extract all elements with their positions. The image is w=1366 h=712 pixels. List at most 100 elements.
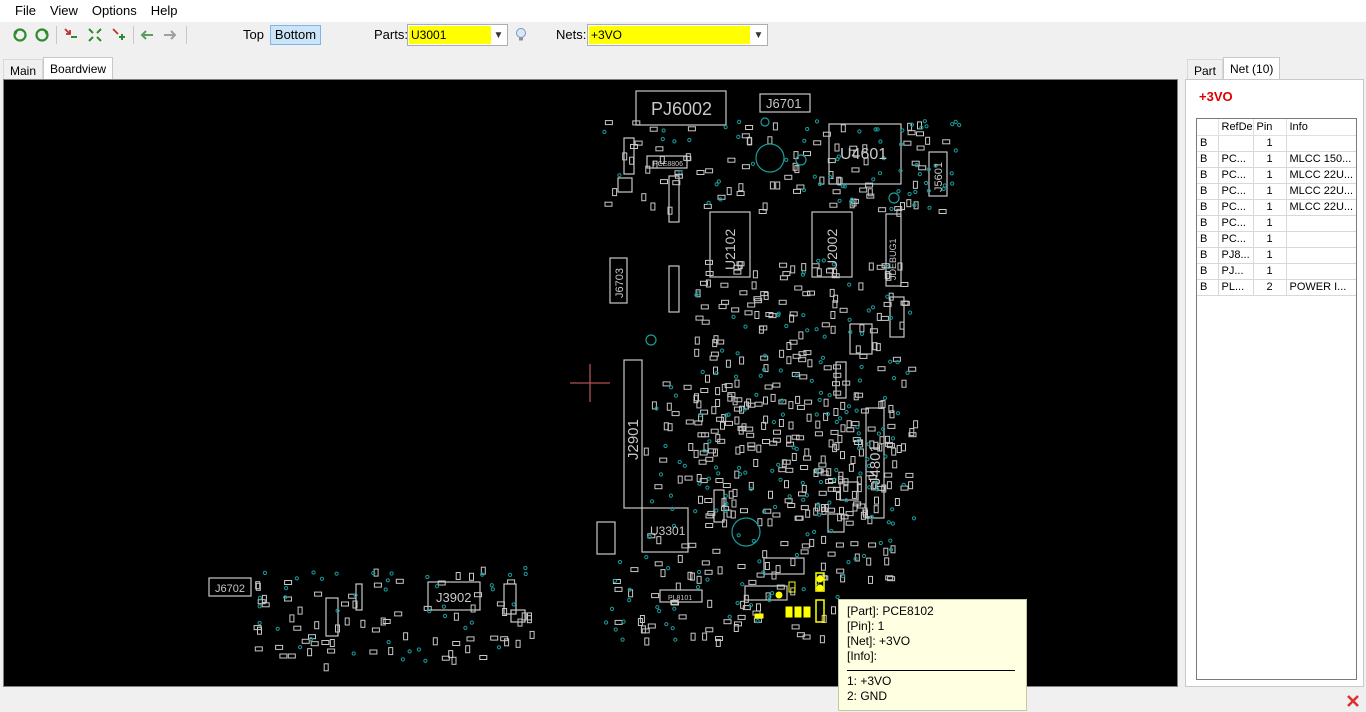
layer-bottom-button[interactable]: Bottom	[270, 25, 321, 45]
table-row[interactable]: B PC... 1 MLCC 22U...	[1197, 167, 1356, 184]
net-title: +3VO	[1199, 89, 1233, 104]
smd-pad	[329, 639, 335, 647]
smd-pad	[716, 416, 725, 422]
chevron-down-icon[interactable]: ▼	[750, 25, 767, 45]
smd-pad	[907, 122, 913, 131]
smd-pad	[726, 187, 732, 196]
via	[818, 360, 823, 365]
via	[311, 570, 316, 575]
via	[886, 520, 891, 525]
smd-pad	[395, 578, 404, 584]
via	[771, 420, 777, 425]
smd-pad	[710, 351, 719, 357]
cell-refdes	[1218, 135, 1254, 152]
via	[294, 576, 299, 581]
board-canvas[interactable]: PJ6002 J6701 U4601 J5601 U2102 U2002 J67…	[3, 79, 1178, 687]
via	[814, 119, 820, 124]
via	[754, 392, 759, 397]
smd-pad	[778, 467, 787, 473]
menu-options[interactable]: Options	[85, 0, 144, 22]
via	[655, 605, 660, 610]
zoom-in-icon[interactable]	[110, 26, 128, 44]
smd-pad	[753, 459, 759, 467]
via	[678, 170, 683, 175]
via	[720, 348, 725, 353]
smd-pad	[906, 199, 912, 208]
smd-pad	[734, 397, 743, 403]
back-icon[interactable]	[138, 26, 156, 44]
smd-pad	[807, 359, 813, 368]
via	[861, 553, 867, 559]
via	[794, 552, 800, 558]
crosshair-cursor	[570, 364, 610, 402]
via	[604, 620, 609, 625]
net-pin-table[interactable]: RefDe Pin Info B 1 B PC... 1 MLCC 150... B PC..…	[1196, 118, 1357, 680]
forward-icon[interactable]	[161, 26, 179, 44]
smd-pad	[901, 379, 907, 388]
rotate-right-icon[interactable]	[33, 26, 51, 44]
smd-pad	[718, 304, 727, 310]
via	[442, 613, 448, 619]
smd-pad	[744, 310, 753, 316]
col-refdes[interactable]: RefDe	[1218, 119, 1254, 136]
table-row[interactable]: B1	[1197, 135, 1356, 152]
table-row[interactable]: B PC... 1	[1197, 215, 1356, 232]
smd-pad	[859, 353, 868, 359]
col-side[interactable]	[1197, 119, 1219, 136]
cell-pin: 1	[1253, 167, 1287, 184]
table-row[interactable]: B PJ8... 1	[1197, 247, 1356, 264]
via	[389, 571, 394, 576]
parts-combo[interactable]: U3001 ▼	[407, 24, 508, 46]
smd-pad	[794, 285, 803, 291]
cell-pin: 1	[1253, 247, 1287, 264]
smd-pad	[507, 579, 516, 585]
tab-boardview[interactable]: Boardview	[43, 57, 114, 80]
smd-pad	[736, 191, 745, 196]
nets-combo[interactable]: +3VO ▼	[587, 24, 768, 46]
via	[816, 502, 821, 507]
rotate-left-icon[interactable]	[11, 26, 29, 44]
tab-main[interactable]: Main	[3, 59, 44, 80]
table-row[interactable]: B PC... 1 MLCC 22U...	[1197, 199, 1356, 216]
col-info[interactable]: Info	[1286, 119, 1356, 136]
via	[441, 604, 446, 609]
layer-top-button[interactable]: Top	[243, 26, 264, 44]
smd-pad	[737, 614, 746, 620]
via	[757, 559, 762, 564]
via	[736, 134, 741, 140]
via	[736, 533, 741, 538]
table-row[interactable]: B PC... 1 MLCC 22U...	[1197, 183, 1356, 200]
zoom-out-icon[interactable]	[62, 26, 80, 44]
chevron-down-icon[interactable]: ▼	[490, 25, 507, 45]
lightbulb-icon[interactable]	[512, 26, 530, 44]
table-row[interactable]: B PC... 1	[1197, 231, 1356, 248]
table-row[interactable]: B PL... 2 POWER I...	[1197, 279, 1356, 296]
smd-pad	[297, 606, 303, 615]
smd-pad	[678, 614, 687, 620]
smd-pad	[772, 512, 781, 518]
smd-pad	[850, 541, 859, 547]
smd-pad	[702, 632, 708, 641]
smd-pad	[806, 413, 812, 422]
col-pin[interactable]: Pin	[1253, 119, 1287, 136]
fit-icon[interactable]	[86, 26, 104, 44]
smd-pad	[883, 547, 889, 556]
via	[427, 609, 432, 614]
table-row[interactable]: B PJ... 1	[1197, 263, 1356, 280]
via	[878, 540, 883, 546]
nets-label: Nets:	[556, 27, 587, 42]
via	[613, 627, 618, 632]
menu-file[interactable]: File	[8, 0, 43, 22]
board-drawing[interactable]: PJ6002 J6701 U4601 J5601 U2102 U2002 J67…	[4, 80, 1177, 686]
smd-pad	[764, 384, 773, 390]
tooltip-pin1: 1: +3VO	[847, 674, 892, 688]
close-icon[interactable]	[1345, 693, 1361, 709]
menu-help[interactable]: Help	[144, 0, 185, 22]
tab-net[interactable]: Net (10)	[1223, 57, 1281, 80]
menu-view[interactable]: View	[43, 0, 85, 22]
via	[700, 369, 705, 374]
tab-part[interactable]: Part	[1187, 59, 1224, 80]
via	[801, 313, 806, 318]
smd-pad	[645, 165, 651, 174]
table-row[interactable]: B PC... 1 MLCC 150...	[1197, 151, 1356, 168]
